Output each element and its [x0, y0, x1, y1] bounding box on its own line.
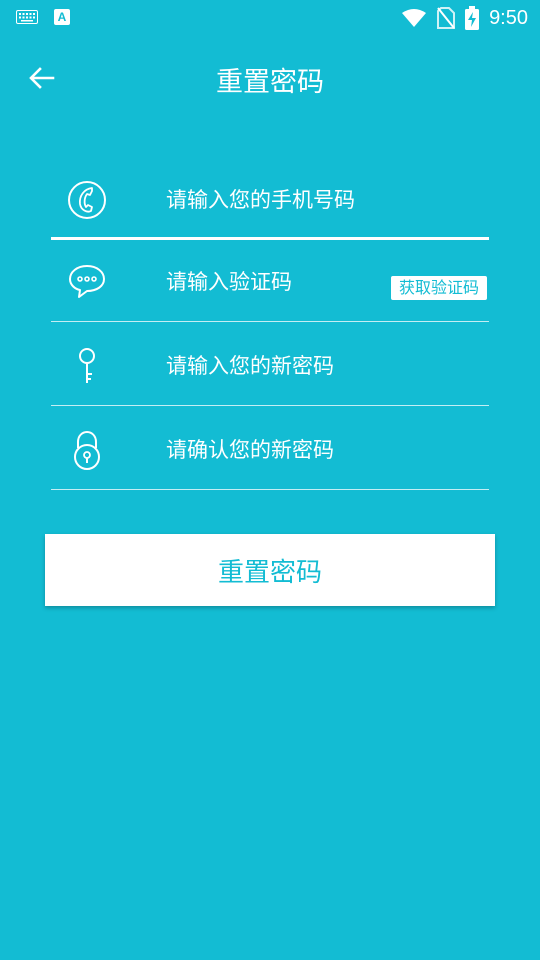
phone-underline: [51, 237, 489, 240]
phone-icon: [68, 181, 106, 219]
code-underline: [51, 321, 489, 322]
a-app-icon: A: [54, 9, 70, 25]
no-sim-icon: [437, 7, 456, 29]
confirm-password-row: [51, 420, 489, 490]
status-bar-left: A: [16, 9, 70, 25]
status-bar: A 9:50: [0, 0, 540, 36]
code-row: 获取验证码: [51, 252, 489, 322]
reset-password-button[interactable]: 重置密码: [45, 534, 495, 606]
header: 重置密码: [0, 48, 540, 108]
get-code-button[interactable]: 获取验证码: [390, 276, 487, 300]
status-time: 9:50: [489, 6, 528, 29]
page-title: 重置密码: [216, 67, 324, 98]
chat-bubble-icon: [69, 265, 105, 298]
phone-row: [51, 170, 489, 240]
status-bar-right: 9:50: [401, 6, 528, 30]
new-password-underline: [51, 405, 489, 406]
keyboard-icon: [16, 10, 38, 24]
confirm-password-underline: [51, 489, 489, 490]
key-icon: [79, 348, 95, 383]
new-password-input[interactable]: [166, 350, 466, 382]
battery-charging-icon: [465, 6, 480, 30]
new-password-row: [51, 336, 489, 406]
wifi-icon: [402, 9, 427, 27]
code-input[interactable]: [166, 266, 366, 298]
confirm-password-input[interactable]: [166, 434, 466, 466]
phone-input[interactable]: [166, 184, 466, 216]
lock-icon: [74, 430, 100, 470]
